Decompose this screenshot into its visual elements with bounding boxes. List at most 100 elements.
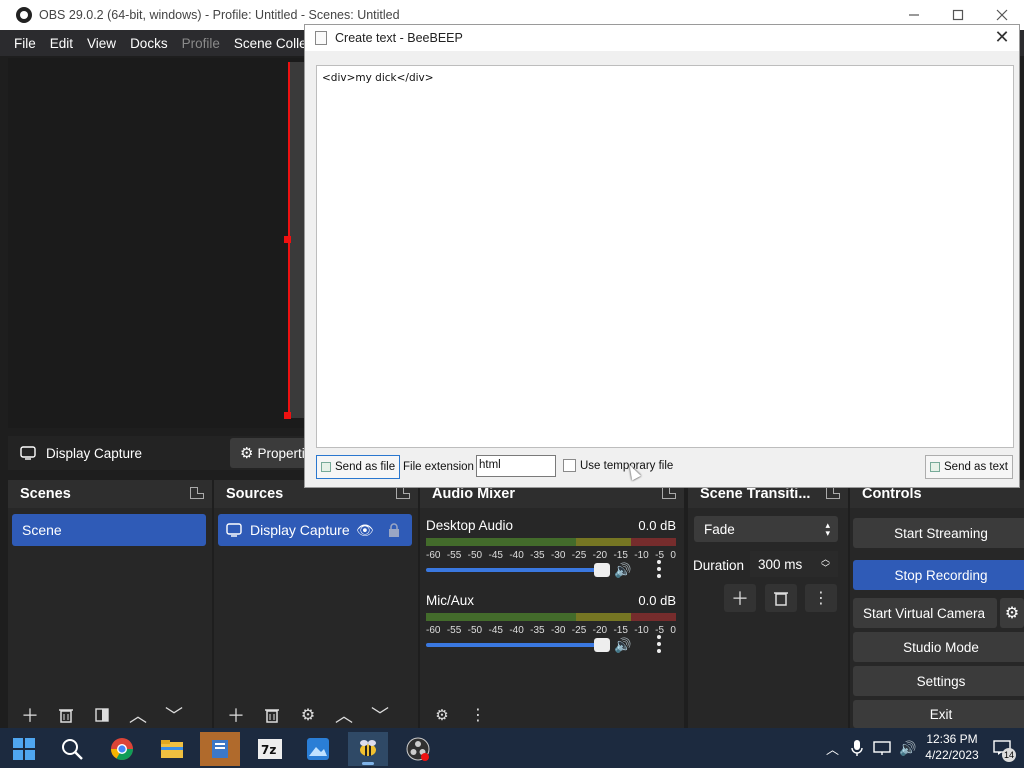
source-list-item[interactable]: Display Capture 👁 xyxy=(218,514,412,546)
scenes-dock: Scenes Scene ＋ ︿ ﹀ xyxy=(8,480,212,730)
duration-spinbox[interactable]: 300 ms ︿ ﹀ xyxy=(750,551,838,577)
use-temp-file-checkbox[interactable] xyxy=(563,459,576,472)
start-streaming-button[interactable]: Start Streaming xyxy=(853,518,1024,548)
remove-source-button[interactable] xyxy=(254,700,290,730)
add-scene-button[interactable]: ＋ xyxy=(12,700,48,730)
mixer-menu-button[interactable]: ⋮ xyxy=(460,700,496,730)
studio-mode-button[interactable]: Studio Mode xyxy=(853,632,1024,662)
undock-icon[interactable] xyxy=(396,487,410,499)
taskbar-clock[interactable]: 12:36 PM 4/22/2023 xyxy=(923,731,981,763)
file-extension-input[interactable]: html xyxy=(476,455,556,477)
stop-recording-button[interactable]: Stop Recording xyxy=(853,560,1024,590)
scale-tick: -25 xyxy=(571,550,587,561)
track-menu-button[interactable] xyxy=(652,633,666,655)
microphone-icon[interactable] xyxy=(851,739,863,757)
remove-scene-button[interactable] xyxy=(48,700,84,730)
taskbar-beebeep[interactable] xyxy=(348,732,388,766)
chevron-down-icon: ﹀ xyxy=(371,706,389,726)
menu-profile[interactable]: Profile xyxy=(182,36,220,51)
dialog-titlebar: Create text - BeeBEEP ✕ xyxy=(305,25,1019,51)
menu-docks[interactable]: Docks xyxy=(130,36,168,51)
sources-dock: Sources Display Capture 👁 ＋ ⚙ ︿ ﹀ xyxy=(214,480,418,730)
volume-meter xyxy=(426,613,676,621)
taskbar-obs[interactable] xyxy=(398,732,438,766)
settings-button[interactable]: Settings xyxy=(853,666,1024,696)
chevron-up-icon[interactable]: ︿ xyxy=(826,739,839,758)
mixer-toolbar: ⚙ ⋮ xyxy=(420,700,684,730)
advanced-audio-button[interactable]: ⚙ xyxy=(424,700,460,730)
volume-slider[interactable] xyxy=(426,563,610,577)
scale-tick: -40 xyxy=(509,550,524,561)
scale-tick: -50 xyxy=(467,625,483,636)
network-icon[interactable] xyxy=(873,740,891,756)
preview-canvas[interactable] xyxy=(8,58,304,428)
transition-menu-button[interactable]: ⋮ xyxy=(805,584,837,612)
add-source-button[interactable]: ＋ xyxy=(218,700,254,730)
speaker-icon[interactable]: 🔊 xyxy=(614,637,631,654)
move-scene-down-button[interactable]: ﹀ xyxy=(156,700,192,730)
slider-handle[interactable] xyxy=(594,563,610,577)
add-transition-button[interactable]: ＋ xyxy=(724,584,756,612)
scale-tick: -10 xyxy=(634,625,649,636)
audio-mixer-title: Audio Mixer xyxy=(432,486,515,502)
track-name: Desktop Audio xyxy=(426,518,514,533)
start-button[interactable] xyxy=(4,732,44,766)
virtual-camera-settings-button[interactable]: ⚙ xyxy=(1000,598,1024,628)
mixer-track-mic: Mic/Aux 0.0 dB -60 -55 -50 -45 -40 -35 -30 -25-… xyxy=(426,593,676,663)
send-as-file-button[interactable]: Send as file xyxy=(316,455,401,479)
scene-filters-button[interactable] xyxy=(84,700,120,730)
track-menu-button[interactable] xyxy=(652,558,666,580)
move-scene-up-button[interactable]: ︿ xyxy=(120,700,156,730)
undock-icon[interactable] xyxy=(190,487,204,499)
system-tray: ︿ 🔊 xyxy=(826,728,916,768)
selected-source-label: Display Capture xyxy=(46,445,143,461)
transitions-title: Scene Transiti... xyxy=(700,486,811,502)
eye-icon[interactable]: 👁 xyxy=(356,522,374,539)
remove-transition-button[interactable] xyxy=(765,584,797,612)
speaker-icon[interactable]: 🔊 xyxy=(614,562,631,579)
dialog-title: Create text - BeeBEEP xyxy=(335,31,463,45)
scene-list-item[interactable]: Scene xyxy=(12,514,206,546)
taskbar-chrome[interactable] xyxy=(102,732,142,766)
move-source-up-button[interactable]: ︿ xyxy=(326,700,362,730)
meter-scale: -60 -55 -50 -45 -40 -35 -30 -25 -20 -15 -10 -5 0 xyxy=(426,550,676,561)
properties-button[interactable]: ⚙ Propertie xyxy=(230,438,312,468)
dialog-close-button[interactable]: ✕ xyxy=(991,27,1013,49)
resize-handle[interactable] xyxy=(284,412,291,419)
transition-select[interactable]: Fade ▴ ▾ xyxy=(694,516,838,542)
gear-icon: ⚙ xyxy=(300,707,316,724)
taskbar-file-explorer[interactable] xyxy=(152,732,192,766)
scale-tick: -30 xyxy=(550,550,566,561)
undock-icon[interactable] xyxy=(826,487,840,499)
volume-meter xyxy=(426,538,676,546)
taskbar-app-active[interactable] xyxy=(200,732,240,766)
obs-icon xyxy=(406,737,430,761)
menu-view[interactable]: View xyxy=(87,36,116,51)
sources-toolbar: ＋ ⚙ ︿ ﹀ xyxy=(214,700,418,730)
menu-edit[interactable]: Edit xyxy=(50,36,73,51)
svg-text:7z: 7z xyxy=(261,743,276,757)
resize-handle[interactable] xyxy=(284,236,291,243)
undock-icon[interactable] xyxy=(662,487,676,499)
taskbar-photos[interactable] xyxy=(298,732,338,766)
speaker-icon[interactable]: 🔊 xyxy=(899,740,916,757)
menu-file[interactable]: File xyxy=(14,36,36,51)
app-icon xyxy=(212,740,228,758)
slider-handle[interactable] xyxy=(594,638,610,652)
move-source-down-button[interactable]: ﹀ xyxy=(362,700,398,730)
search-button[interactable] xyxy=(52,732,92,766)
send-as-text-button[interactable]: Send as text xyxy=(925,455,1013,479)
text-editor[interactable]: <div>my dick</div> xyxy=(316,65,1014,448)
track-name: Mic/Aux xyxy=(426,593,475,608)
virtual-camera-button[interactable]: Start Virtual Camera xyxy=(853,598,997,628)
send-text-icon xyxy=(930,462,940,472)
lock-icon[interactable] xyxy=(388,523,400,537)
menu-scene-collection[interactable]: Scene Colle xyxy=(234,36,307,51)
source-properties-button[interactable]: ⚙ xyxy=(290,700,326,730)
taskbar-7zip[interactable]: 7z xyxy=(250,732,290,766)
gear-icon: ⚙ xyxy=(240,445,254,462)
trash-icon xyxy=(59,709,73,723)
spin-arrows-icon[interactable]: ︿ ﹀ xyxy=(821,555,830,573)
exit-button[interactable]: Exit xyxy=(853,700,1024,728)
volume-slider[interactable] xyxy=(426,638,610,652)
